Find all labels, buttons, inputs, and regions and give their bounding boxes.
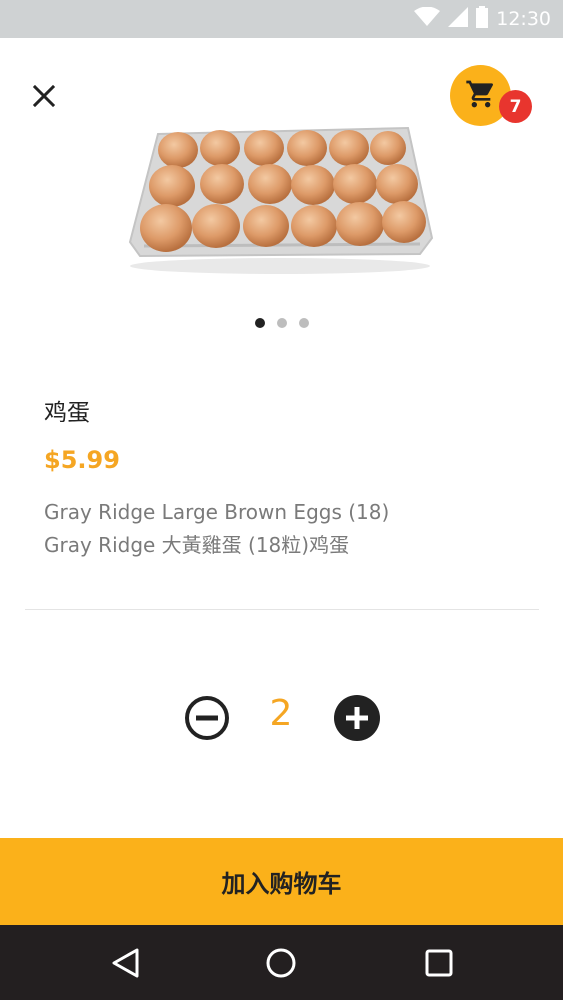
quantity-stepper: 2 xyxy=(0,693,563,745)
product-description-line: Gray Ridge 大黃雞蛋 (18粒)鸡蛋 xyxy=(44,533,350,557)
home-icon xyxy=(266,948,296,978)
back-icon xyxy=(112,948,139,978)
egg-tray-image xyxy=(128,126,434,274)
increment-button[interactable] xyxy=(334,695,380,741)
pager-dot[interactable] xyxy=(276,318,287,328)
minus-circle-icon xyxy=(185,696,229,740)
nav-back-button[interactable] xyxy=(105,943,145,983)
close-button[interactable] xyxy=(26,80,62,116)
pager-dot[interactable] xyxy=(298,318,309,328)
battery-icon xyxy=(476,6,489,32)
add-to-cart-button[interactable]: 加入购物车 xyxy=(0,838,563,925)
product-description-line: Gray Ridge Large Brown Eggs (18) xyxy=(44,500,390,524)
wifi-icon xyxy=(414,6,441,31)
pager-dot-active[interactable] xyxy=(254,318,265,328)
decrement-button[interactable] xyxy=(184,695,230,741)
product-name: 鸡蛋 xyxy=(44,400,90,426)
close-icon xyxy=(32,84,56,111)
status-time: 12:30 xyxy=(496,8,551,30)
cart-count-badge: 7 xyxy=(499,90,532,123)
signal-icon xyxy=(448,7,469,31)
product-image[interactable] xyxy=(120,118,440,278)
system-nav-bar xyxy=(0,925,563,1000)
cart-icon xyxy=(465,78,497,114)
divider xyxy=(25,609,539,610)
recents-icon xyxy=(425,949,453,977)
status-icons: 12:30 xyxy=(414,0,551,38)
status-bar: 12:30 xyxy=(0,0,563,38)
carousel-pager xyxy=(0,318,563,328)
plus-circle-icon xyxy=(334,695,380,741)
product-price: $5.99 xyxy=(44,446,120,474)
nav-home-button[interactable] xyxy=(261,943,301,983)
product-description: Gray Ridge Large Brown Eggs (18) Gray Ri… xyxy=(44,496,524,562)
quantity-value: 2 xyxy=(269,693,293,734)
nav-recents-button[interactable] xyxy=(419,943,459,983)
